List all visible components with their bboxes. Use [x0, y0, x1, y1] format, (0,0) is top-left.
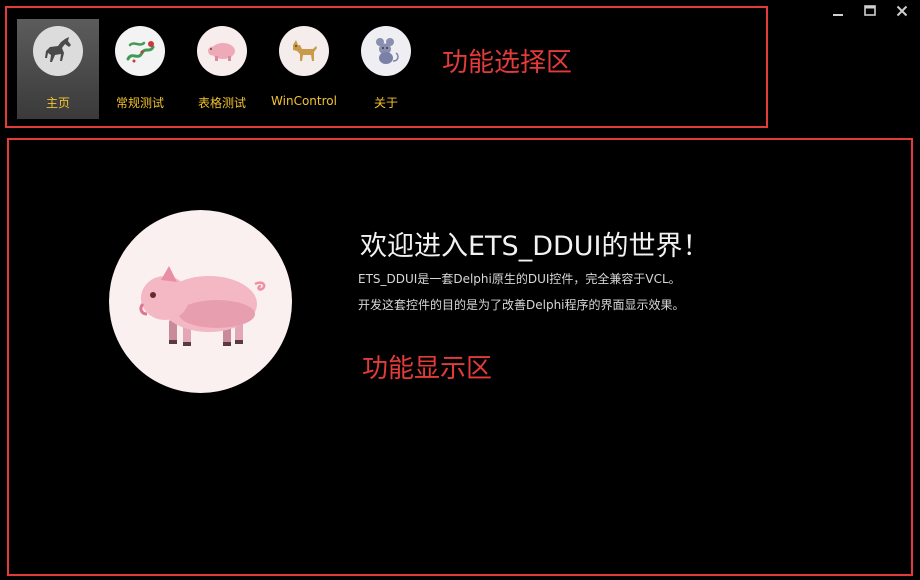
welcome-title: 欢迎进入ETS_DDUI的世界！	[360, 231, 710, 262]
nav-item-label: 关于	[373, 96, 398, 110]
app-window: 主页 常规测试 表格测试 WinControl 关于 功能选择区 欢迎进入ETS…	[0, 0, 920, 580]
pig-icon	[138, 265, 265, 346]
nav-item-wincontrol[interactable]: WinControl	[263, 19, 345, 119]
close-icon	[896, 5, 908, 17]
nav-item-label: 常规测试	[115, 96, 164, 110]
display-zone-label: 功能显示区	[362, 354, 493, 384]
nav-item-about[interactable]: 关于	[345, 19, 427, 119]
welcome-description-line: 开发这套控件的目的是为了改善Delphi程序的界面显示效果。	[358, 298, 685, 312]
nav-item-label: 表格测试	[197, 96, 246, 110]
maximize-icon	[864, 5, 876, 16]
horse-icon	[33, 26, 83, 76]
minimize-icon	[833, 14, 843, 16]
minimize-button[interactable]	[824, 2, 852, 20]
hero-image	[109, 210, 292, 393]
nav-item-label: 主页	[45, 96, 70, 110]
welcome-description-line: ETS_DDUI是一套Delphi原生的DUI控件，完全兼容于VCL。	[358, 272, 681, 286]
nav-item-general-test[interactable]: 常规测试	[99, 19, 181, 119]
nav-bar: 主页 常规测试 表格测试 WinControl 关于	[17, 19, 427, 119]
nav-zone-label: 功能选择区	[442, 48, 573, 78]
window-controls	[824, 2, 916, 20]
close-button[interactable]	[888, 2, 916, 20]
nav-item-table-test[interactable]: 表格测试	[181, 19, 263, 119]
pig-icon	[197, 26, 247, 76]
nav-item-home[interactable]: 主页	[17, 19, 99, 119]
dragon-icon	[115, 26, 165, 76]
nav-item-label: WinControl	[271, 94, 337, 108]
mouse-icon	[361, 26, 411, 76]
dog-icon	[279, 26, 329, 76]
maximize-button[interactable]	[856, 2, 884, 20]
